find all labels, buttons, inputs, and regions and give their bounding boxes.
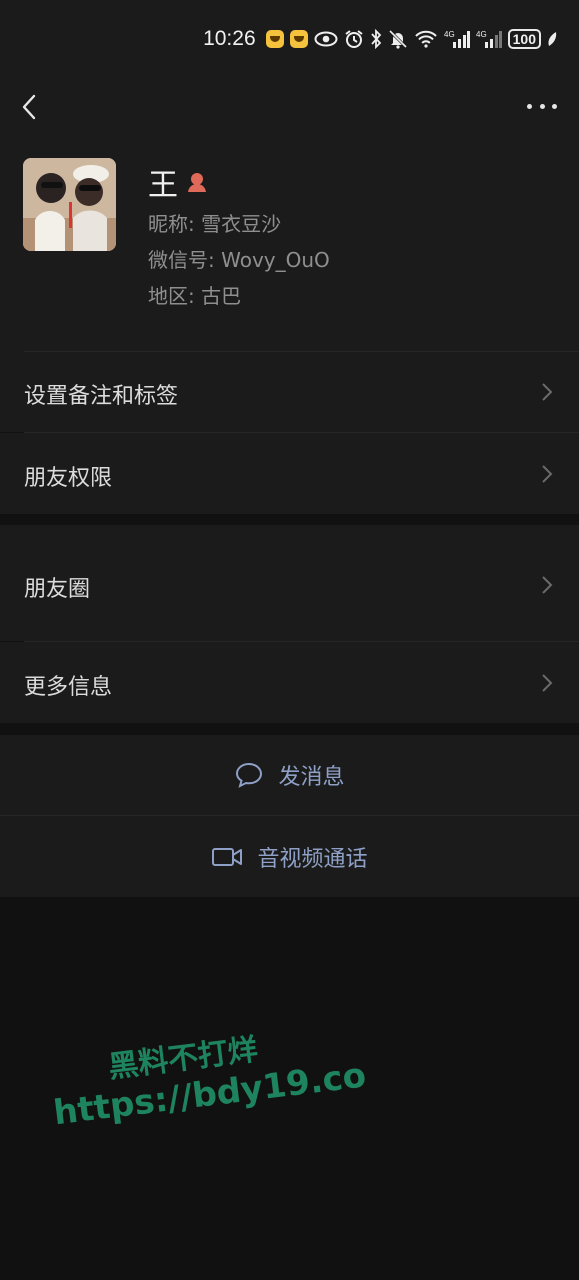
svg-text:4G: 4G: [444, 30, 455, 39]
video-call-button[interactable]: 音视频通话: [0, 816, 579, 897]
remark-tags-row[interactable]: 设置备注和标签: [0, 352, 579, 432]
battery-icon: 100: [507, 29, 541, 49]
send-message-label: 发消息: [278, 765, 345, 790]
moments-label: 朋友圈: [24, 577, 91, 602]
profile-name: 王: [148, 168, 178, 203]
nickname-row: 昵称: 雪衣豆沙: [148, 208, 281, 237]
remark-tags-label: 设置备注和标签: [24, 384, 179, 409]
more-dot: [552, 103, 557, 109]
status-time: 10:26: [203, 27, 256, 50]
signal-icon: 4G: [476, 29, 502, 49]
chevron-right-icon: [542, 576, 553, 594]
friend-permissions-label: 朋友权限: [24, 466, 113, 491]
more-options-button[interactable]: [527, 94, 557, 118]
more-dot: [527, 103, 532, 109]
profile-card: 王 昵称: 雪衣豆沙 微信号: Wovy_OuO 地区: 古巴: [0, 138, 579, 352]
avatar[interactable]: [23, 158, 116, 251]
more-info-row[interactable]: 更多信息: [0, 642, 579, 723]
svg-text:4G: 4G: [476, 30, 487, 39]
nickname-value: 雪衣豆沙: [201, 212, 282, 236]
video-call-label: 音视频通话: [257, 846, 368, 872]
nickname-label: 昵称:: [148, 212, 202, 236]
chevron-right-icon: [542, 465, 553, 483]
send-message-button[interactable]: 发消息: [0, 735, 579, 815]
chevron-right-icon: [542, 674, 553, 692]
app-notification-icon: [265, 30, 284, 48]
region-row: 地区: 古巴: [148, 280, 241, 309]
alarm-icon: [344, 29, 364, 49]
watermark: 黑料不打烊 https://bdy19.co: [46, 1012, 368, 1133]
region-value: 古巴: [201, 284, 242, 308]
chat-bubble-icon: [236, 762, 263, 788]
chevron-left-icon: [22, 94, 36, 120]
back-button[interactable]: [14, 86, 48, 126]
region-label: 地区:: [148, 284, 202, 308]
mute-icon: [388, 29, 408, 49]
status-icons: 10:26 4G 4G 100: [203, 24, 557, 54]
more-info-label: 更多信息: [24, 675, 113, 700]
wifi-icon: [414, 30, 438, 48]
female-icon: [186, 171, 208, 193]
chevron-right-icon: [542, 383, 553, 401]
leaf-icon: [547, 31, 557, 47]
nav-bar: [0, 78, 579, 138]
video-camera-icon: [212, 847, 243, 866]
bluetooth-icon: [370, 29, 382, 49]
app-notification-icon: [289, 30, 308, 48]
wechat-id-value: Wovy_OuO: [221, 248, 330, 272]
eye-icon: [314, 31, 338, 47]
more-dot: [539, 103, 545, 109]
wechat-id-label: 微信号:: [148, 248, 222, 272]
friend-permissions-row[interactable]: 朋友权限: [0, 433, 579, 514]
moments-row[interactable]: 朋友圈: [0, 525, 579, 641]
wechat-id-row: 微信号: Wovy_OuO: [148, 244, 330, 273]
battery-level: 100: [507, 29, 541, 49]
signal-icon: 4G: [444, 29, 470, 49]
status-bar: 10:26 4G 4G 100: [0, 0, 579, 78]
name-row: 王: [148, 160, 208, 204]
